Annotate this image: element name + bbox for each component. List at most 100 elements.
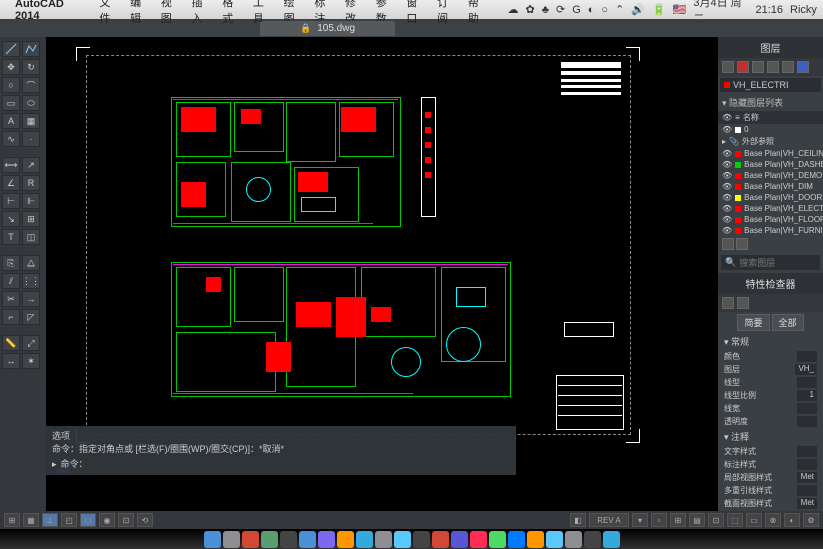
status-toggle[interactable]: ◐ [784,513,800,527]
current-layer-dropdown[interactable]: VH_ELECTRI [720,78,821,92]
status-toggle[interactable]: ◉ [99,513,115,527]
status-toggle[interactable]: ▦ [23,513,39,527]
dock-app-icon[interactable] [489,531,506,548]
wifi-icon[interactable]: ⌃ [615,3,624,16]
property-row[interactable]: 标注样式 [718,458,823,471]
property-row[interactable]: 图层VH_ [718,363,823,376]
tool-dim-aligned[interactable]: ↗ [22,157,40,173]
tool-hatch[interactable]: ▦ [22,113,40,129]
layer-row[interactable]: 👁Base Plan|VH_CEILING [718,148,823,159]
tool-stretch[interactable]: ↔ [2,353,20,369]
status-toggle[interactable]: ⊡ [118,513,134,527]
tool-arc[interactable]: ⌒ [22,77,40,93]
menu-window[interactable]: 窗口 [406,0,428,26]
status-toggle[interactable]: ▭ [746,513,762,527]
dock-app-icon[interactable] [337,531,354,548]
tool-mtext[interactable]: T [2,229,20,245]
status-toggle[interactable]: ⊞ [670,513,686,527]
dock-app-icon[interactable] [546,531,563,548]
dock-app-icon[interactable] [356,531,373,548]
tool-dim-radius[interactable]: R [22,175,40,191]
tool-chamfer[interactable]: ◸ [22,309,40,325]
dock-app-icon[interactable] [375,531,392,548]
property-row[interactable]: 线型 [718,376,823,389]
layer-row[interactable]: 👁0 [718,124,823,135]
app-name[interactable]: AutoCAD 2014 [15,0,90,22]
menu-insert[interactable]: 插入 [192,0,214,26]
status-icon[interactable]: ✿ [526,3,535,16]
tool-mirror[interactable]: ⧋ [22,255,40,271]
tool-trim[interactable]: ✂ [2,291,20,307]
dock-app-icon[interactable] [527,531,544,548]
status-icon[interactable]: ○ [601,4,608,16]
tool-text[interactable]: A [2,113,20,129]
layer-tool-icon[interactable] [782,61,794,73]
props-essential-button[interactable]: 简要 [737,314,769,331]
status-toggle[interactable]: ⚙ [803,513,819,527]
tool-extend[interactable]: → [22,291,40,307]
layer-tool-icon[interactable] [797,61,809,73]
rev-dropdown[interactable]: REV A [589,513,629,527]
tool-scale[interactable]: ⤢ [22,335,40,351]
menu-edit[interactable]: 编辑 [130,0,152,26]
tool-copy[interactable]: ⎘ [2,255,20,271]
document-tab[interactable]: 🔒 105.dwg [260,21,395,36]
dock-app-icon[interactable] [204,531,221,548]
layer-row[interactable]: 👁Base Plan|VH_DASHED [718,159,823,170]
dock-app-icon[interactable] [451,531,468,548]
props-all-button[interactable]: 全部 [772,314,804,331]
dock-app-icon[interactable] [432,531,449,548]
status-toggle[interactable]: ⊗ [765,513,781,527]
menubar-date[interactable]: 3月4日 周二 [693,0,748,26]
prop-tool-icon[interactable] [722,297,734,309]
menubar-user[interactable]: Ricky [790,4,817,16]
tool-leader[interactable]: ↘ [2,211,20,227]
tool-point[interactable]: · [22,131,40,147]
prop-tool-icon[interactable] [737,297,749,309]
status-toggle[interactable]: ⊥ [42,513,58,527]
layer-tool-icon[interactable] [722,61,734,73]
layer-delete-icon[interactable] [736,238,748,250]
dock-app-icon[interactable] [280,531,297,548]
tool-dim-continue[interactable]: ⊢ [2,193,20,209]
property-row[interactable]: 局部视图样式Met [718,471,823,484]
menubar-time[interactable]: 21:16 [756,4,784,16]
menu-help[interactable]: 帮助 [468,0,490,26]
props-group-common[interactable]: ▾ 常规 [718,333,823,350]
menu-file[interactable]: 文件 [99,0,121,26]
status-toggle[interactable]: ⬚ [727,513,743,527]
status-icon[interactable]: ☁ [508,3,519,16]
drawing-canvas[interactable]: ◢ 选项 命令：指定对角点或 [栏选(F)/圈围(WP)/圈交(CP)]：*取消… [46,37,718,512]
status-icon[interactable]: G [572,4,581,16]
status-toggle[interactable]: ⟲ [137,513,153,527]
layer-tool-icon[interactable] [737,61,749,73]
property-row[interactable]: 线型比例1 [718,389,823,402]
volume-icon[interactable]: 🔊 [631,3,645,16]
tool-dim-angular[interactable]: ∠ [2,175,20,191]
status-toggle[interactable]: ▤ [689,513,705,527]
tool-explode[interactable]: ✶ [22,353,40,369]
status-icon[interactable]: ◐ [588,4,595,16]
tool-measure[interactable]: 📏 [2,335,20,351]
tool-circle[interactable]: ○ [2,77,20,93]
status-toggle[interactable]: ⊡ [708,513,724,527]
status-toggle[interactable]: □ [80,513,96,527]
dock-app-icon[interactable] [299,531,316,548]
layer-row[interactable]: 👁Base Plan|VH_DIM [718,181,823,192]
tool-fillet[interactable]: ⌐ [2,309,20,325]
dock-app-icon[interactable] [508,531,525,548]
status-icon[interactable]: ⟳ [556,3,565,16]
menu-view[interactable]: 视图 [161,0,183,26]
status-toggle[interactable]: ▫ [651,513,667,527]
tool-ellipse[interactable]: ⬭ [22,95,40,111]
tool-spline[interactable]: ∿ [2,131,20,147]
layer-row[interactable]: 👁Base Plan|VH_ELECT... [718,203,823,214]
tool-array[interactable]: ⋮⋮ [22,273,40,289]
layer-row[interactable]: ▸📎外部参照 [718,135,823,148]
input-flag-icon[interactable]: 🇺🇸 [673,3,687,16]
dock-app-icon[interactable] [261,531,278,548]
layer-tool-icon[interactable] [767,61,779,73]
layer-row[interactable]: 👁Base Plan|VH_FLOOR [718,214,823,225]
dock-app-icon[interactable] [565,531,582,548]
property-row[interactable]: 多重引线样式 [718,484,823,497]
